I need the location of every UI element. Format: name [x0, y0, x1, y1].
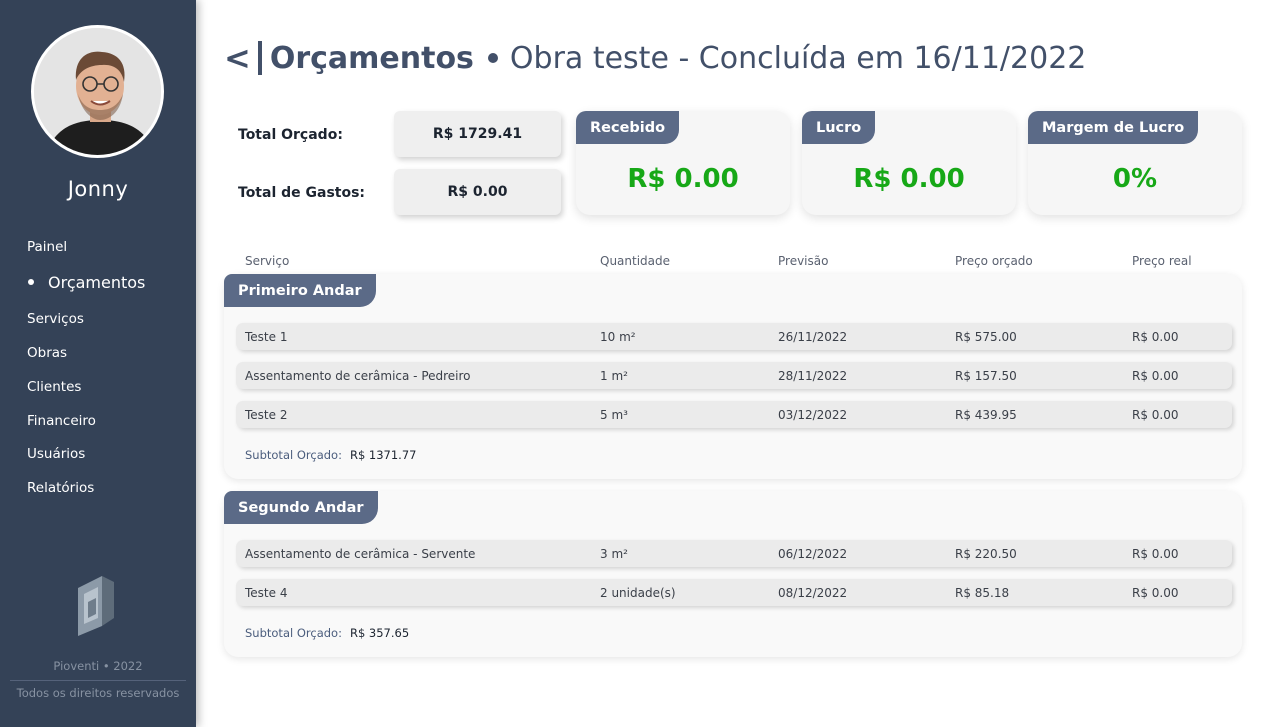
subtotal-value: R$ 1371.77: [349, 448, 417, 462]
page-subtitle: Obra teste - Concluída em 16/11/2022: [509, 40, 1087, 76]
card-lucro: Lucro R$ 0.00: [802, 111, 1016, 215]
cell-quantidade: 1 m²: [600, 369, 628, 383]
card-recebido: Recebido R$ 0.00: [576, 111, 790, 215]
table-row[interactable]: Teste 2 5 m³ 03/12/2022 R$ 439.95 R$ 0.0…: [236, 401, 1232, 428]
card-margem-value: 0%: [1112, 164, 1158, 194]
column-header-preco-orcado: Preço orçado: [955, 254, 1033, 268]
cell-previsao: 06/12/2022: [778, 547, 848, 561]
cell-previsao: 26/11/2022: [778, 330, 848, 344]
active-indicator: [28, 278, 34, 285]
total-orcado-value: R$ 1729.41: [394, 111, 561, 157]
cell-quantidade: 2 unidade(s): [600, 586, 676, 600]
cell-servico: Assentamento de cerâmica - Servente: [245, 547, 476, 561]
title-divider: [257, 41, 262, 75]
cell-quantidade: 10 m²: [600, 330, 636, 344]
cell-quantidade: 3 m²: [600, 547, 628, 561]
sidebar-item-financeiro[interactable]: Financeiro: [27, 413, 96, 429]
section-segundo-andar: Segundo Andar Assentamento de cerâmica -…: [224, 491, 1242, 657]
sidebar-item-painel[interactable]: Painel: [27, 239, 67, 255]
cell-servico: Teste 4: [245, 586, 288, 600]
sidebar-item-servicos[interactable]: Serviços: [27, 311, 84, 327]
footer-brand: Pioventi • 2022: [53, 659, 143, 673]
cell-preco-real: R$ 0.00: [1132, 586, 1179, 600]
total-orcado-label: Total Orçado:: [238, 127, 343, 143]
pioventi-logo-icon: [78, 576, 114, 636]
table-row[interactable]: Assentamento de cerâmica - Servente 3 m²…: [236, 540, 1232, 567]
table-row[interactable]: Assentamento de cerâmica - Pedreiro 1 m²…: [236, 362, 1232, 389]
title-separator-dot: [487, 53, 498, 63]
username: Jonny: [67, 177, 129, 201]
column-header-quantidade: Quantidade: [600, 254, 671, 268]
cell-preco-orcado: R$ 157.50: [955, 369, 1017, 383]
cell-preco-orcado: R$ 575.00: [955, 330, 1017, 344]
back-button[interactable]: <: [224, 39, 252, 77]
cell-quantidade: 5 m³: [600, 408, 628, 422]
subtotal: Subtotal Orçado: R$ 357.65: [245, 626, 409, 640]
cell-preco-orcado: R$ 439.95: [955, 408, 1017, 422]
page-title: Orçamentos: [269, 40, 474, 76]
total-gastos-value: R$ 0.00: [394, 169, 561, 215]
sidebar-item-usuarios[interactable]: Usuários: [27, 446, 85, 462]
user-photo: [34, 28, 161, 155]
subtotal-label: Subtotal Orçado:: [245, 448, 342, 462]
sidebar-item-orcamentos[interactable]: Orçamentos: [28, 273, 145, 292]
table-row[interactable]: Teste 1 10 m² 26/11/2022 R$ 575.00 R$ 0.…: [236, 323, 1232, 350]
cell-previsao: 08/12/2022: [778, 586, 848, 600]
page-header: < Orçamentos Obra teste - Concluída em 1…: [224, 36, 1086, 80]
total-gastos-label: Total de Gastos:: [238, 185, 366, 201]
cell-preco-real: R$ 0.00: [1132, 369, 1179, 383]
footer-divider: [10, 680, 186, 681]
cell-servico: Assentamento de cerâmica - Pedreiro: [245, 369, 471, 383]
sidebar-item-clientes[interactable]: Clientes: [27, 379, 81, 395]
cell-servico: Teste 1: [245, 330, 288, 344]
sidebar-item-obras[interactable]: Obras: [27, 345, 67, 361]
cell-preco-orcado: R$ 220.50: [955, 547, 1017, 561]
cell-servico: Teste 2: [245, 408, 288, 422]
section-title[interactable]: Primeiro Andar: [224, 274, 376, 307]
cell-previsao: 03/12/2022: [778, 408, 848, 422]
card-margem: Margem de Lucro 0%: [1028, 111, 1242, 215]
card-lucro-label: Lucro: [802, 111, 876, 144]
column-header-previsao: Previsão: [778, 254, 829, 268]
column-header-servico: Serviço: [245, 254, 290, 268]
section-title[interactable]: Segundo Andar: [224, 491, 378, 524]
subtotal-label: Subtotal Orçado:: [245, 626, 342, 640]
sidebar-item-relatorios[interactable]: Relatórios: [27, 480, 94, 496]
card-recebido-label: Recebido: [576, 111, 680, 144]
avatar[interactable]: [31, 25, 164, 158]
card-lucro-value: R$ 0.00: [853, 164, 965, 194]
cell-preco-real: R$ 0.00: [1132, 408, 1179, 422]
sidebar-item-label: Orçamentos: [48, 273, 146, 292]
card-margem-label: Margem de Lucro: [1028, 111, 1199, 144]
cell-previsao: 28/11/2022: [778, 369, 848, 383]
subtotal: Subtotal Orçado: R$ 1371.77: [245, 448, 416, 462]
column-header-preco-real: Preço real: [1132, 254, 1192, 268]
card-recebido-value: R$ 0.00: [627, 164, 739, 194]
sidebar: Jonny Painel Orçamentos Serviços Obras C…: [0, 0, 196, 727]
footer-rights: Todos os direitos reservados: [16, 686, 180, 700]
section-primeiro-andar: Primeiro Andar Teste 1 10 m² 26/11/2022 …: [224, 274, 1242, 479]
cell-preco-real: R$ 0.00: [1132, 547, 1179, 561]
cell-preco-real: R$ 0.00: [1132, 330, 1179, 344]
subtotal-value: R$ 357.65: [349, 626, 410, 640]
cell-preco-orcado: R$ 85.18: [955, 586, 1010, 600]
table-row[interactable]: Teste 4 2 unidade(s) 08/12/2022 R$ 85.18…: [236, 579, 1232, 606]
